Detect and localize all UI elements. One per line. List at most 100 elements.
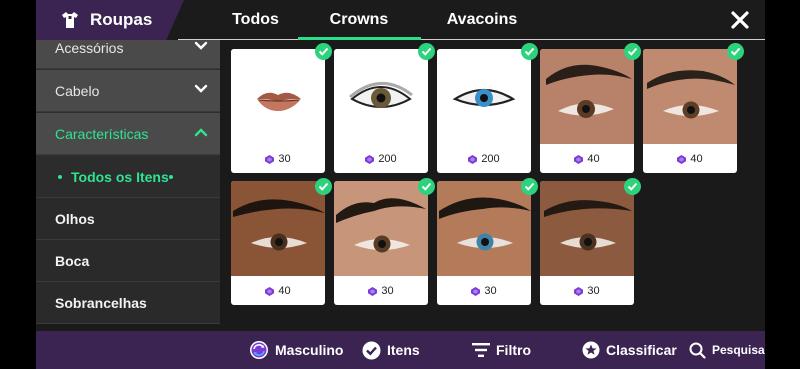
item-card-brows-2[interactable]: 40 bbox=[643, 49, 737, 173]
crown-currency-icon bbox=[574, 154, 584, 164]
price-row: 30 bbox=[540, 278, 634, 304]
price-row: 200 bbox=[334, 146, 428, 172]
item-card-eye-blue[interactable]: 200 bbox=[437, 49, 531, 173]
chevron-down-icon bbox=[194, 84, 208, 93]
item-price: 30 bbox=[587, 285, 600, 297]
item-price: 40 bbox=[690, 153, 703, 165]
sidebar-subitem-label: Olhos bbox=[55, 210, 95, 227]
price-row: 30 bbox=[437, 278, 531, 304]
price-row: 200 bbox=[437, 146, 531, 172]
sort-button[interactable]: Classificar bbox=[582, 340, 677, 360]
crown-currency-icon bbox=[574, 286, 584, 296]
chevron-down-icon bbox=[194, 41, 208, 50]
eyebrow-thumbnail bbox=[231, 181, 325, 276]
sidebar-subitem-label: Todos os Itens bbox=[71, 168, 169, 185]
close-icon[interactable] bbox=[726, 6, 754, 34]
app-window: Roupas Todos Crowns Avacoins Acessórios … bbox=[36, 0, 765, 369]
item-card-brows-3[interactable]: 40 bbox=[231, 181, 325, 305]
bottom-toolbar: Masculino Itens Filtro Classificar Pesqu… bbox=[36, 331, 765, 369]
shirt-icon bbox=[62, 12, 78, 28]
gender-toggle-label: Masculino bbox=[275, 342, 344, 358]
item-card-brows-1[interactable]: 40 bbox=[540, 49, 634, 173]
title-box: Roupas bbox=[36, 0, 184, 40]
item-card-brows-6[interactable]: 30 bbox=[540, 181, 634, 305]
sidebar-item-cabelo[interactable]: Cabelo bbox=[36, 70, 220, 112]
page-title: Roupas bbox=[90, 10, 153, 29]
owned-check-icon bbox=[624, 43, 641, 60]
gender-swap-icon bbox=[250, 341, 268, 359]
eyebrow-thumbnail bbox=[643, 49, 737, 144]
item-price: 40 bbox=[278, 285, 291, 297]
owned-check-icon bbox=[521, 43, 538, 60]
sidebar-item-label: Cabelo bbox=[55, 82, 100, 99]
sort-label: Classificar bbox=[606, 342, 677, 358]
crown-currency-icon bbox=[265, 286, 275, 296]
item-price: 30 bbox=[484, 285, 497, 297]
price-row: 40 bbox=[540, 146, 634, 172]
crown-currency-icon bbox=[677, 154, 687, 164]
crown-currency-icon bbox=[368, 286, 378, 296]
lips-thumbnail bbox=[231, 49, 325, 144]
eye-thumbnail bbox=[334, 49, 428, 144]
filter-label: Filtro bbox=[496, 342, 531, 358]
tab-todos[interactable]: Todos bbox=[198, 0, 313, 40]
sidebar-item-acessorios[interactable]: Acessórios bbox=[36, 40, 220, 69]
item-card-eye-dark[interactable]: 200 bbox=[334, 49, 428, 173]
item-card-lips[interactable]: 30 bbox=[231, 49, 325, 173]
search-label: Pesquisa bbox=[712, 343, 765, 357]
sidebar-subitem-label: Sobrancelhas bbox=[55, 294, 147, 311]
sidebar-subitem-olhos[interactable]: Olhos bbox=[36, 198, 220, 240]
price-row: 30 bbox=[334, 278, 428, 304]
item-price: 200 bbox=[378, 153, 397, 165]
eyebrow-thumbnail bbox=[540, 49, 634, 144]
selected-dot-right bbox=[169, 175, 173, 179]
filter-icon bbox=[472, 343, 490, 357]
owned-check-icon bbox=[315, 178, 332, 195]
sidebar-subitem-sobrancelhas[interactable]: Sobrancelhas bbox=[36, 282, 220, 324]
item-price: 30 bbox=[381, 285, 394, 297]
item-grid: 30 200 200 40 40 40 30 30 30 bbox=[228, 43, 758, 324]
check-circle-icon bbox=[362, 341, 381, 359]
header: Roupas Todos Crowns Avacoins bbox=[36, 0, 765, 40]
filter-button[interactable]: Filtro bbox=[472, 340, 531, 360]
tab-crowns[interactable]: Crowns bbox=[298, 0, 420, 40]
search-button[interactable]: Pesquisa bbox=[689, 340, 765, 360]
sort-star-icon bbox=[582, 341, 600, 359]
active-tab-indicator bbox=[298, 37, 421, 40]
sidebar-subitem-label: Boca bbox=[55, 252, 90, 269]
items-button[interactable]: Itens bbox=[362, 340, 420, 360]
header-divider bbox=[178, 39, 765, 40]
crown-currency-icon bbox=[365, 154, 375, 164]
sidebar-item-label: Acessórios bbox=[55, 40, 124, 56]
eyebrow-thumbnail bbox=[540, 181, 634, 276]
item-price: 200 bbox=[481, 153, 500, 165]
eye-thumbnail bbox=[437, 49, 531, 144]
sidebar-item-label: Características bbox=[55, 125, 149, 142]
owned-check-icon bbox=[521, 178, 538, 195]
item-card-brows-4[interactable]: 30 bbox=[334, 181, 428, 305]
price-row: 40 bbox=[643, 146, 737, 172]
search-icon bbox=[689, 342, 706, 359]
price-row: 30 bbox=[231, 146, 325, 172]
crown-currency-icon bbox=[265, 154, 275, 164]
crown-currency-icon bbox=[471, 286, 481, 296]
owned-check-icon bbox=[624, 178, 641, 195]
item-price: 30 bbox=[278, 153, 291, 165]
eyebrow-thumbnail bbox=[437, 181, 531, 276]
owned-check-icon bbox=[315, 43, 332, 60]
item-card-brows-5[interactable]: 30 bbox=[437, 181, 531, 305]
price-row: 40 bbox=[231, 278, 325, 304]
selected-dot-left bbox=[58, 175, 62, 179]
eyebrow-thumbnail bbox=[334, 181, 428, 276]
sidebar-item-caracteristicas[interactable]: Características bbox=[36, 113, 220, 155]
items-label: Itens bbox=[387, 342, 420, 358]
crown-currency-icon bbox=[468, 154, 478, 164]
owned-check-icon bbox=[418, 178, 435, 195]
owned-check-icon bbox=[418, 43, 435, 60]
sidebar-subitem-todos-os-itens[interactable]: Todos os Itens bbox=[36, 156, 220, 198]
tab-avacoins[interactable]: Avacoins bbox=[422, 0, 542, 40]
sidebar: Acessórios Cabelo Características Todos … bbox=[36, 40, 220, 324]
sidebar-subitem-boca[interactable]: Boca bbox=[36, 240, 220, 282]
gender-toggle-button[interactable]: Masculino bbox=[249, 340, 343, 360]
item-price: 40 bbox=[587, 153, 600, 165]
